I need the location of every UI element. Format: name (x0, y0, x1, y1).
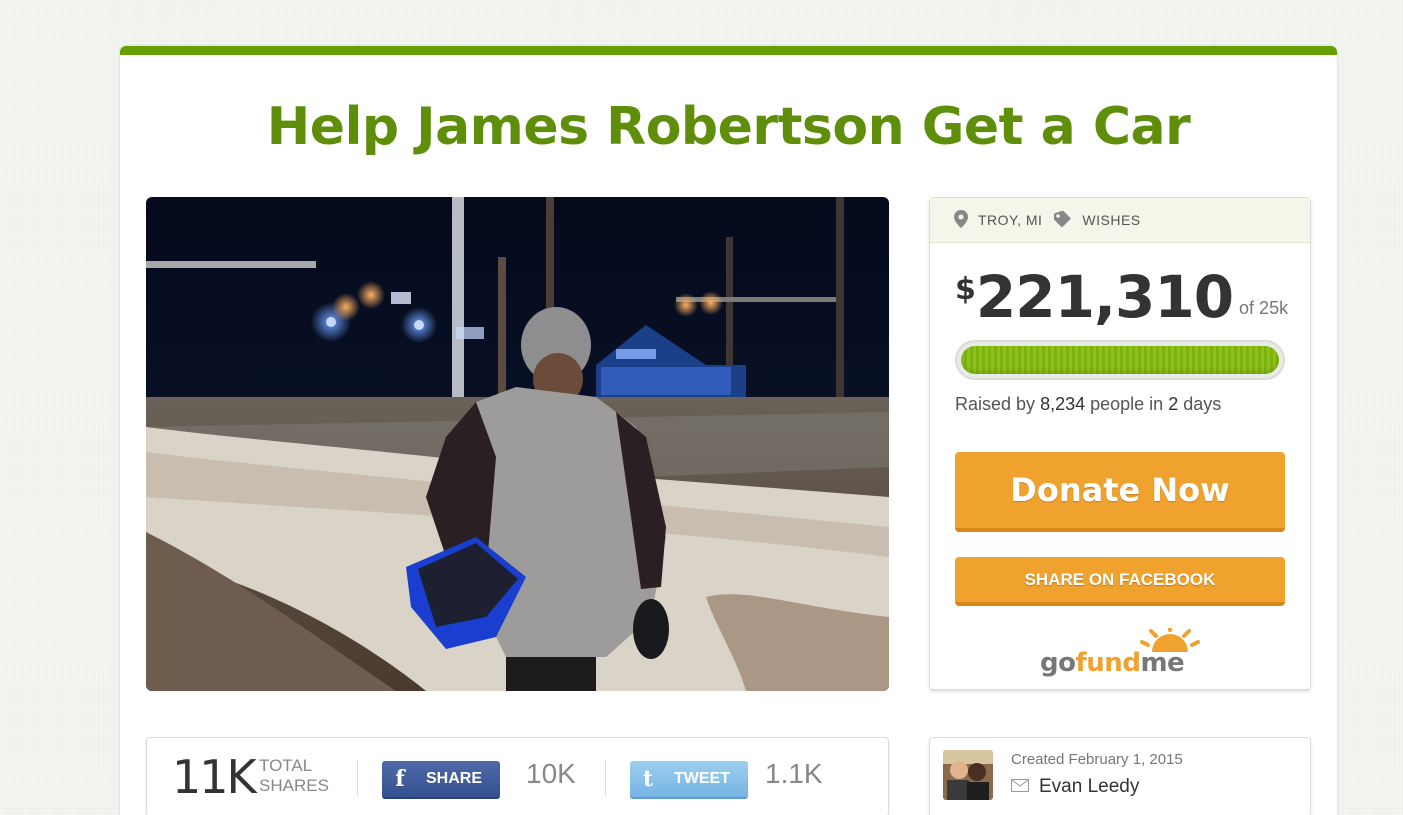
twitter-tweet-button[interactable]: t TWEET (630, 761, 748, 797)
campaign-title: Help James Robertson Get a Car (266, 97, 1191, 157)
logo-wordmark: gofundme (1040, 648, 1185, 678)
twitter-tweet-label: TWEET (674, 770, 730, 787)
divider (605, 760, 606, 796)
share-stats: 11K TOTAL SHARES f SHARE 10K t TWEET 1.1… (146, 737, 889, 815)
amount-raised: $ 221,310 of 25k (955, 266, 1288, 328)
twitter-tweet-count: 1.1K (765, 758, 823, 789)
divider (357, 760, 358, 796)
facebook-share-label: SHARE (426, 770, 483, 787)
tag-icon (1054, 210, 1072, 230)
campaign-photo[interactable] (146, 197, 889, 691)
facebook-share-count: 10K (526, 758, 576, 789)
total-shares-label: TOTAL SHARES (259, 756, 329, 795)
total-shares-count: 11K (172, 750, 257, 804)
location-link[interactable]: TROY, MI (978, 212, 1042, 228)
logo-go: go (1040, 648, 1076, 678)
donation-panel: TROY, MI WISHES $ 221,310 of 25k Raised … (929, 197, 1311, 690)
facebook-share-button[interactable]: f SHARE (382, 761, 500, 797)
logo-me: me (1140, 648, 1185, 678)
creator-name-row: Evan Leedy (1011, 776, 1139, 798)
logo-fund: fund (1075, 648, 1141, 678)
raised-prefix: Raised by (955, 394, 1036, 414)
twitter-icon: t (642, 766, 654, 792)
progress-bar (955, 340, 1285, 380)
days-count: 2 (1168, 394, 1179, 414)
gofundme-logo[interactable]: gofundme (1040, 628, 1200, 678)
created-date: Created February 1, 2015 (1011, 751, 1183, 768)
days-label: days (1183, 394, 1222, 414)
campaign-card: Help James Robertson Get a Car TROY, MI … (120, 46, 1337, 815)
map-pin-icon (954, 209, 968, 231)
share-facebook-button[interactable]: SHARE ON FACEBOOK (955, 557, 1285, 606)
amount-value: 221,310 (975, 263, 1234, 331)
facebook-icon: f (395, 766, 405, 792)
creator-avatar[interactable] (943, 750, 993, 800)
category-link[interactable]: WISHES (1082, 212, 1140, 228)
people-label: people in (1090, 394, 1164, 414)
campaign-meta: TROY, MI WISHES (930, 198, 1310, 243)
creator-box: Created February 1, 2015 Evan Leedy (929, 737, 1311, 815)
creator-name[interactable]: Evan Leedy (1039, 776, 1139, 798)
raised-summary: Raised by 8,234 people in 2 days (955, 394, 1221, 415)
currency-symbol: $ (955, 272, 976, 307)
donate-button[interactable]: Donate Now (955, 452, 1285, 532)
progress-fill (961, 346, 1279, 374)
envelope-icon[interactable] (1011, 776, 1029, 798)
people-count: 8,234 (1040, 394, 1086, 414)
goal-text: of 25k (1239, 298, 1289, 318)
